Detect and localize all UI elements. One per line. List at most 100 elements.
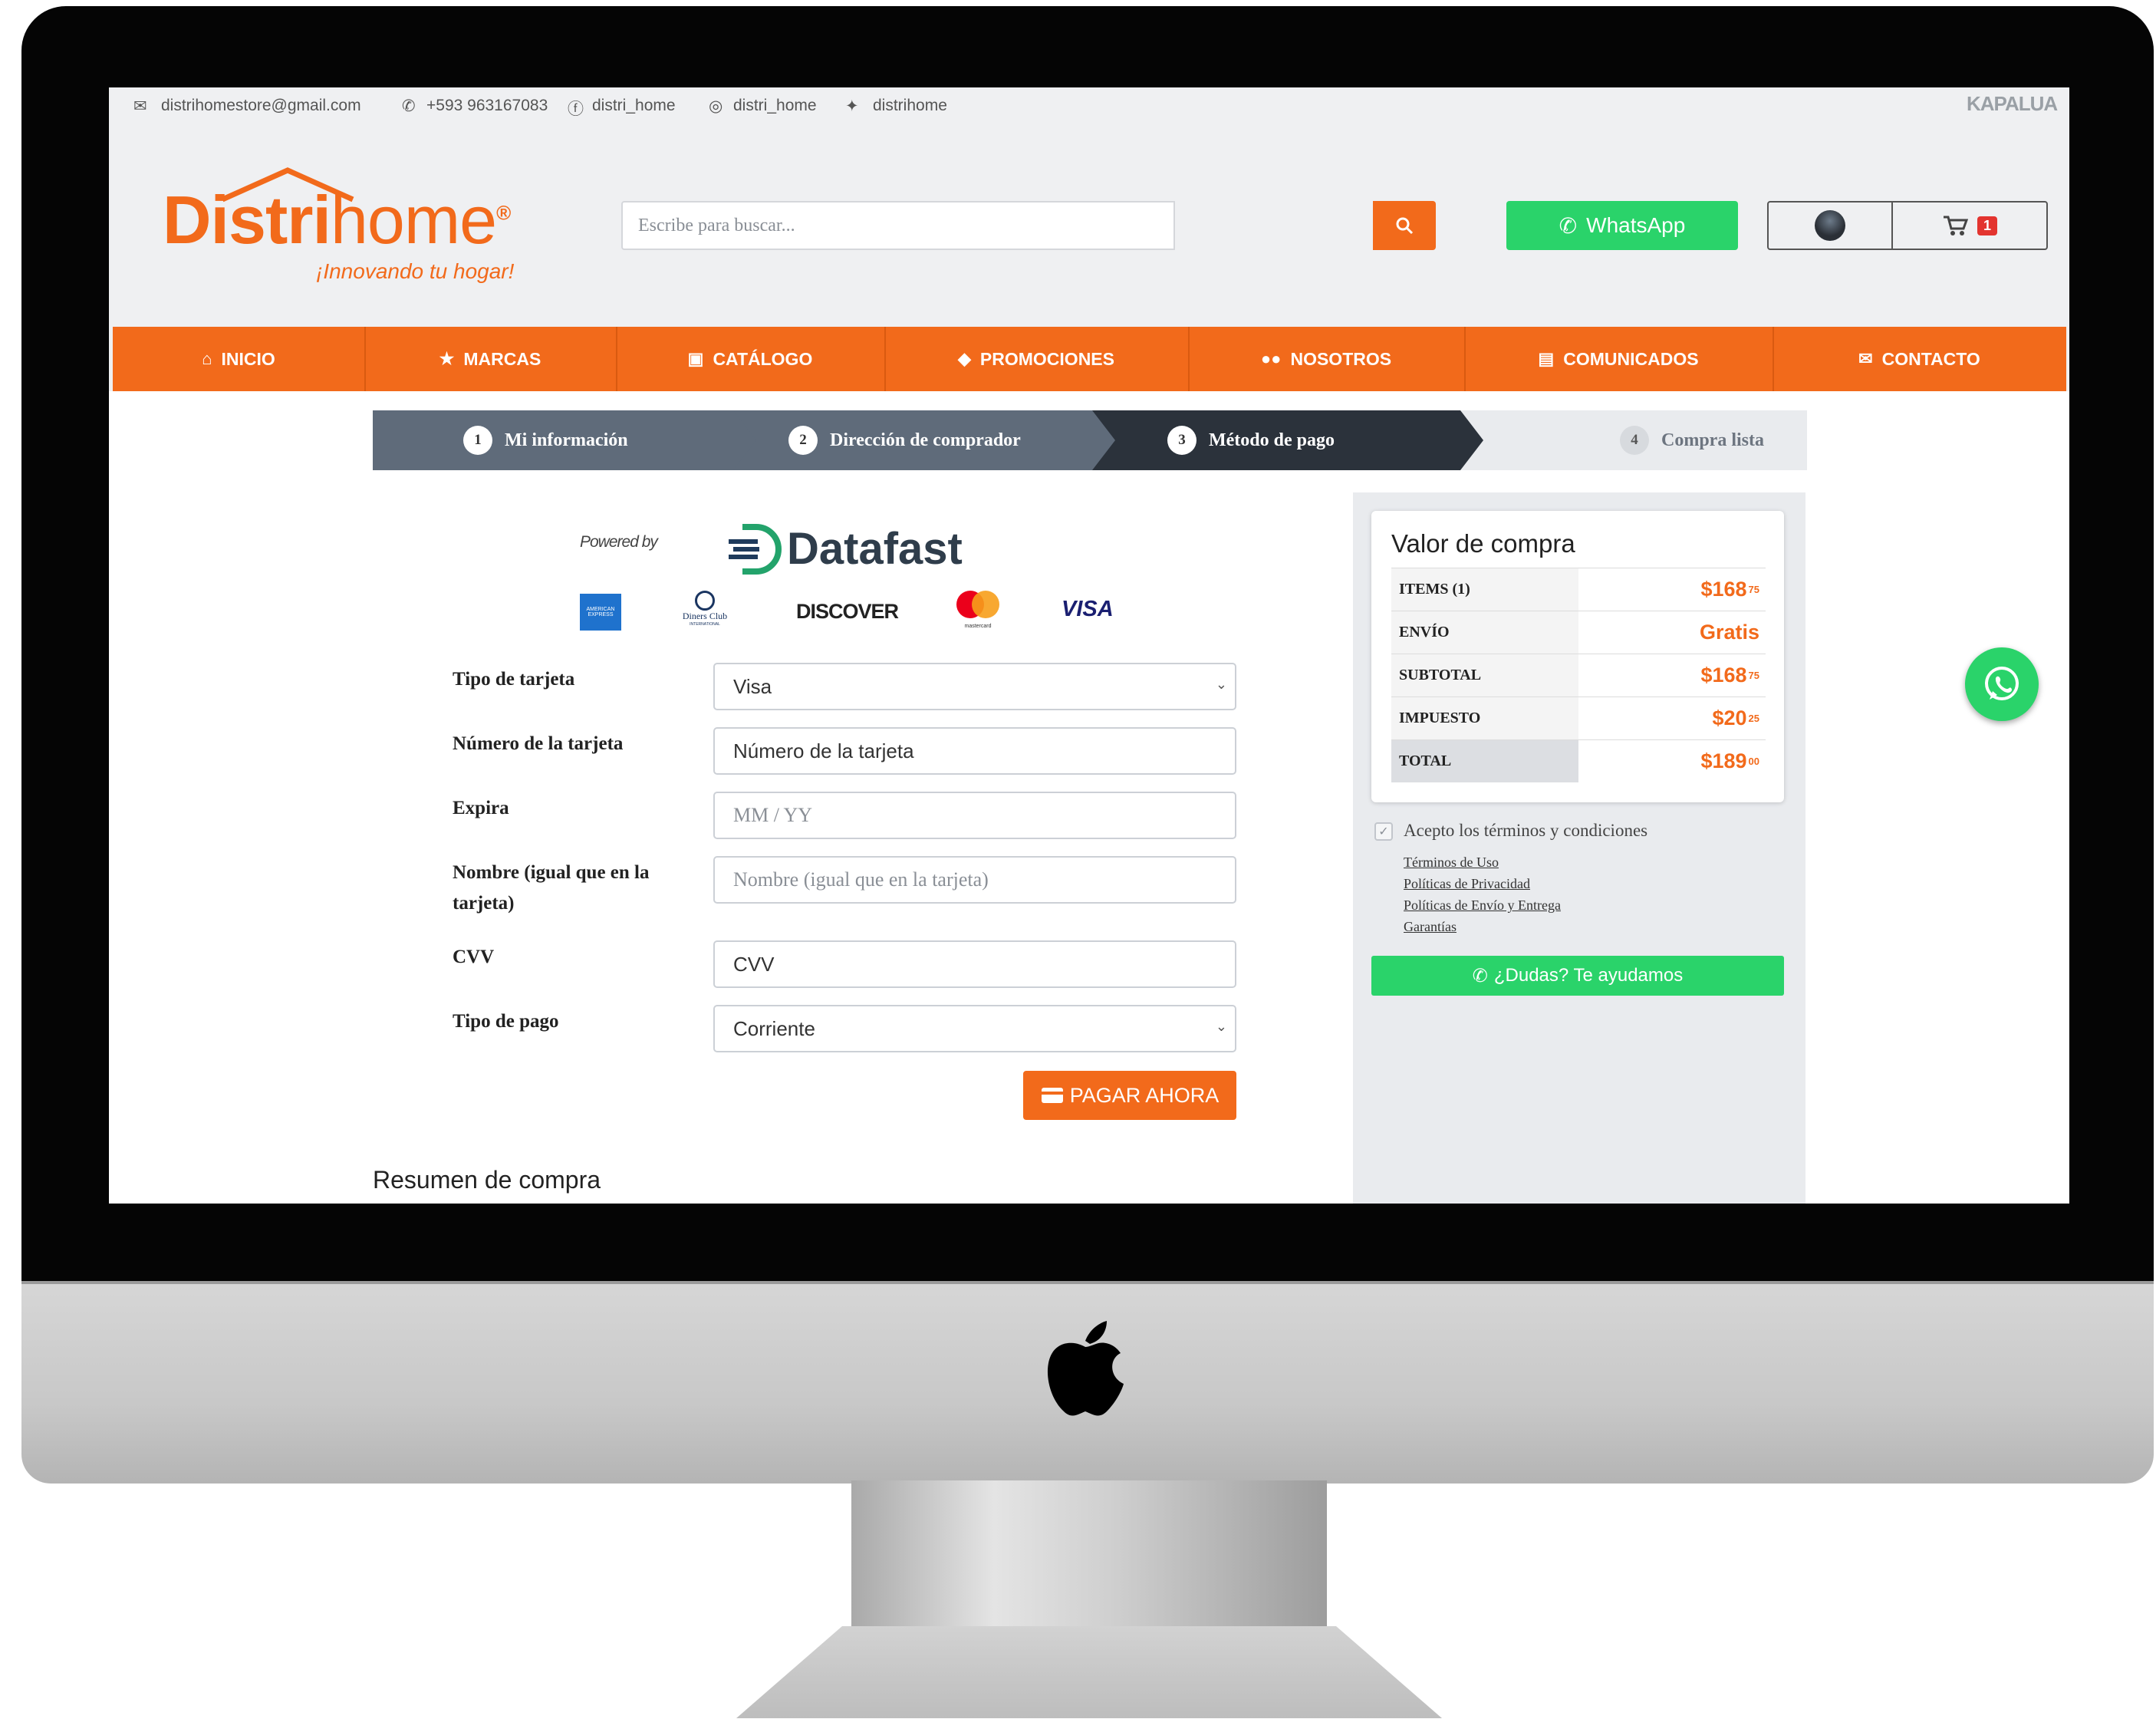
instagram-link[interactable]: distri_home (733, 97, 817, 115)
cvv-input[interactable]: CVV (713, 940, 1236, 988)
mastercard-logo-text: mastercard (964, 624, 992, 629)
search-input[interactable]: Escribe para buscar... (621, 201, 1175, 250)
nav-item-promociones[interactable]: ◆ PROMOCIONES (884, 327, 1190, 391)
expiry-input[interactable]: MM / YY (713, 792, 1236, 839)
visa-logo: VISA (1062, 597, 1114, 622)
logo-text-distri: Distri (163, 182, 331, 258)
step-label: Método de pago (1209, 430, 1335, 450)
terms-link-envio[interactable]: Políticas de Envío y Entrega (1404, 897, 1561, 914)
summary-key: SUBTOTAL (1391, 654, 1578, 696)
credit-card-icon (1041, 1088, 1063, 1103)
whatsapp-button[interactable]: ✆ WhatsApp (1506, 201, 1738, 250)
chevron-down-icon: ⌄ (1215, 1019, 1227, 1034)
mastercard-circles-icon (956, 591, 999, 618)
cart-count-badge: 1 (1977, 216, 1997, 235)
card-number-input[interactable]: Número de la tarjeta (713, 727, 1236, 775)
terms-checkbox[interactable]: ✓ (1374, 822, 1393, 841)
floating-whatsapp-button[interactable] (1965, 647, 2039, 721)
card-type-value: Visa (733, 674, 772, 698)
terms-link-uso[interactable]: Términos de Uso (1404, 855, 1499, 871)
search-icon (1396, 217, 1414, 235)
whatsapp-small-icon: ✆ (402, 97, 416, 115)
card-type-select[interactable]: Visa ⌄ (713, 663, 1236, 710)
help-button-label: ¿Dudas? Te ayudamos (1493, 965, 1684, 986)
terms-link-garantias[interactable]: Garantías (1404, 919, 1457, 935)
payment-type-select[interactable]: Corriente ⌄ (713, 1005, 1236, 1052)
nav-label: NOSOTROS (1290, 348, 1392, 369)
user-cart-box: 1 (1767, 201, 2048, 250)
monitor-neck (851, 1480, 1327, 1634)
user-avatar-button[interactable] (1769, 203, 1893, 249)
facebook-icon: ⓕ (568, 100, 584, 118)
summary-value: $189 00 (1700, 749, 1759, 772)
check-icon: ✓ (1378, 825, 1389, 838)
logo-tagline: ¡Innovando tu hogar! (316, 259, 515, 283)
terms-label: Acepto los términos y condiciones (1404, 821, 1648, 840)
contact-email[interactable]: distrihomestore@gmail.com (161, 97, 361, 115)
summary-key: TOTAL (1391, 740, 1578, 782)
checkout-content: 1 Mi información 2 Dirección de comprador … (109, 391, 2069, 1204)
nav-label: CONTACTO (1881, 348, 1980, 369)
step-label: Dirección de comprador (830, 430, 1021, 450)
help-whatsapp-button[interactable]: ✆ ¿Dudas? Te ayudamos (1371, 956, 1784, 996)
step-compra-lista[interactable]: 4 Compra lista (1485, 410, 1807, 470)
main-nav: ⌂ INICIO ★ MARCAS ▣ CATÁLOGO ◆ PROMOCIONES ●… (113, 327, 2066, 391)
datafast-brand-text: Datafast (787, 524, 963, 574)
datafast-mark-icon (729, 523, 782, 575)
summary-value: $20 25 (1712, 706, 1759, 729)
logo-text-home: home (330, 182, 497, 258)
summary-row-envio: ENVÍO Gratis (1391, 611, 1766, 654)
summary-row-total: TOTAL $189 00 (1391, 739, 1766, 783)
resumen-heading: Resumen de compra (373, 1166, 601, 1194)
tag-icon: ◆ (958, 349, 971, 368)
contact-phone[interactable]: +593 963167083 (426, 97, 548, 115)
powered-by-label: Powered by (580, 533, 658, 551)
label-expira: Expira (453, 798, 509, 818)
step-label: Mi información (505, 430, 628, 450)
summary-key: ENVÍO (1391, 611, 1578, 654)
summary-row-subtotal: SUBTOTAL $168 75 (1391, 654, 1766, 697)
summary-title: Valor de compra (1391, 529, 1575, 558)
site-logo[interactable]: Distrihome® ¡Innovando tu hogar! (163, 164, 531, 283)
step-metodo-pago[interactable]: 3 Método de pago (1092, 410, 1483, 470)
summary-card: Valor de compra ITEMS (1) $168 75 ENVÍO G… (1371, 511, 1784, 802)
terms-link-privacidad[interactable]: Políticas de Privacidad (1404, 876, 1530, 892)
whatsapp-button-label: WhatsApp (1586, 213, 1686, 237)
twitter-link[interactable]: distrihome (873, 97, 947, 115)
avatar (1815, 210, 1845, 241)
cardholder-name-input[interactable]: Nombre (igual que en la tarjeta) (713, 856, 1236, 904)
summary-row-items: ITEMS (1) $168 75 (1391, 568, 1766, 611)
nav-item-contacto[interactable]: ✉ CONTACTO (1773, 327, 2066, 391)
step-direccion[interactable]: 2 Dirección de comprador (733, 410, 1132, 470)
discover-logo: DISCOVER (796, 600, 899, 624)
star-icon: ★ (439, 349, 455, 368)
nav-item-marcas[interactable]: ★ MARCAS (364, 327, 617, 391)
checkout-steps: 1 Mi información 2 Dirección de comprador … (373, 410, 1807, 470)
nav-item-inicio[interactable]: ⌂ INICIO (113, 327, 366, 391)
datafast-logo: Datafast (727, 523, 963, 575)
contact-bar: ✉ distrihomestore@gmail.com ✆ +593 96316… (109, 87, 2069, 124)
pay-now-button[interactable]: PAGAR AHORA (1023, 1071, 1236, 1120)
payment-type-value: Corriente (733, 1016, 815, 1040)
label-cvv: CVV (453, 947, 495, 967)
nav-item-catalogo[interactable]: ▣ CATÁLOGO (616, 327, 886, 391)
step-label: Compra lista (1661, 430, 1764, 450)
diners-circle-icon (695, 591, 715, 611)
cart-button[interactable]: 1 (1893, 203, 2046, 249)
summary-value: Gratis (1699, 621, 1759, 644)
nav-item-nosotros[interactable]: ●● NOSOTROS (1188, 327, 1466, 391)
mastercard-logo: mastercard (951, 589, 1005, 629)
nav-item-comunicados[interactable]: ▤ COMUNICADOS (1464, 327, 1774, 391)
envelope-icon: ✉ (1858, 349, 1873, 368)
newspaper-icon: ▤ (1538, 349, 1555, 368)
step-mi-informacion[interactable]: 1 Mi información (373, 410, 772, 470)
cart-icon (1943, 216, 1968, 235)
instagram-icon: ◎ (709, 97, 723, 115)
nav-label: MARCAS (463, 348, 541, 369)
facebook-link[interactable]: distri_home (592, 97, 676, 115)
whatsapp-icon: ✆ (1472, 965, 1488, 986)
images-icon: ▣ (687, 349, 704, 368)
search-button[interactable] (1373, 201, 1436, 250)
nav-label: PROMOCIONES (979, 348, 1114, 369)
nav-label: COMUNICADOS (1563, 348, 1699, 369)
